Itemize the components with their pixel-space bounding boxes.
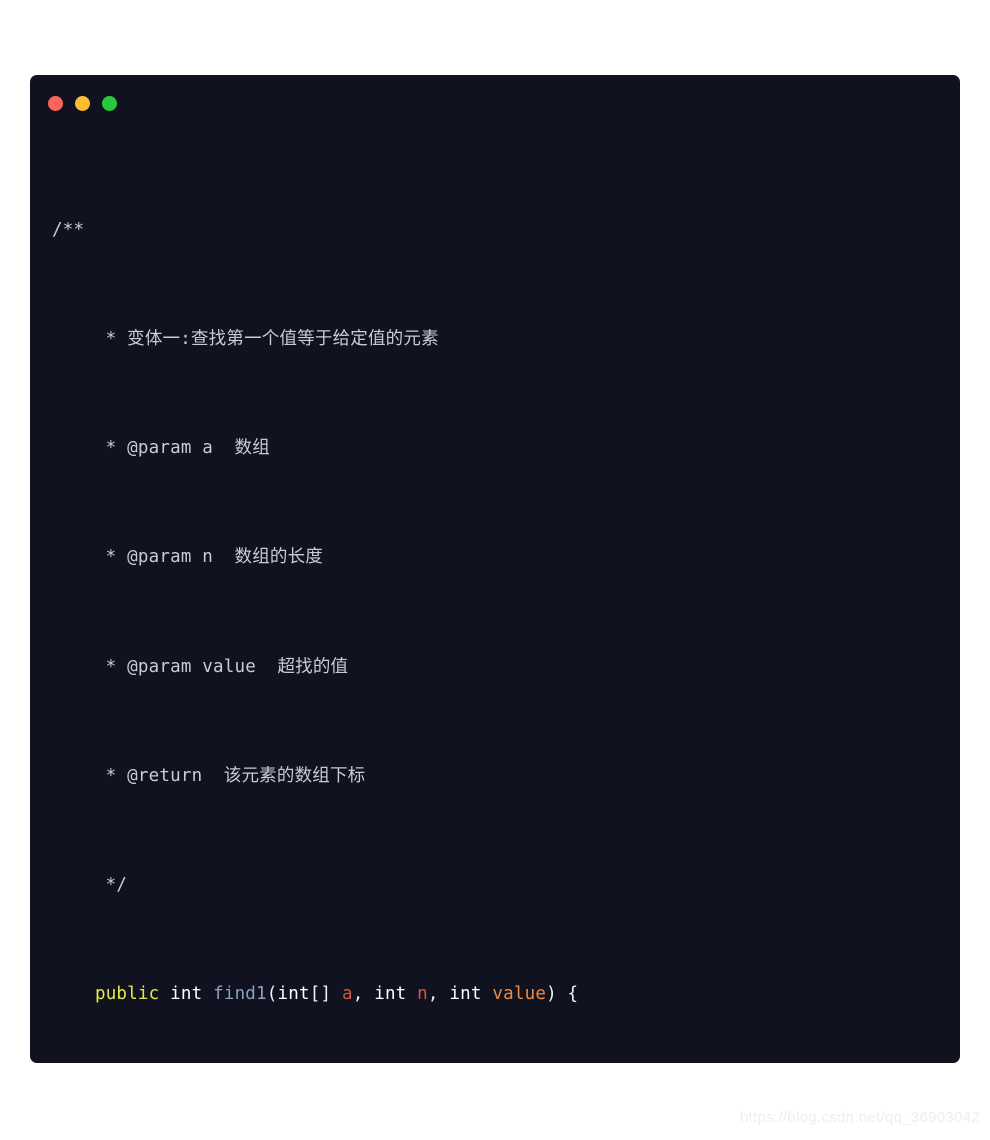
- window-titlebar: [30, 75, 960, 131]
- close-window-icon[interactable]: [48, 95, 63, 111]
- maximize-window-icon[interactable]: [102, 95, 117, 111]
- code-line: /**: [52, 219, 85, 240]
- code-line: * @param n 数组的长度: [52, 547, 324, 568]
- watermark: https://blog.csdn.net/qq_36903042: [739, 1109, 980, 1126]
- code-block[interactable]: /** * 变体一:查找第一个值等于给定值的元素 * @param a 数组 *…: [30, 131, 960, 1063]
- code-line: public int find1(int[] a, int n, int val…: [94, 984, 579, 1005]
- page: /** * 变体一:查找第一个值等于给定值的元素 * @param a 数组 *…: [0, 0, 990, 1140]
- code-line: */: [52, 875, 128, 896]
- code-line: * @param a 数组: [52, 438, 270, 459]
- code-line: * @param value 超找的值: [52, 656, 349, 677]
- minimize-window-icon[interactable]: [75, 95, 90, 111]
- code-line: * @return 该元素的数组下标: [52, 765, 366, 786]
- code-line: * 变体一:查找第一个值等于给定值的元素: [52, 329, 439, 350]
- code-window: /** * 变体一:查找第一个值等于给定值的元素 * @param a 数组 *…: [30, 75, 960, 1063]
